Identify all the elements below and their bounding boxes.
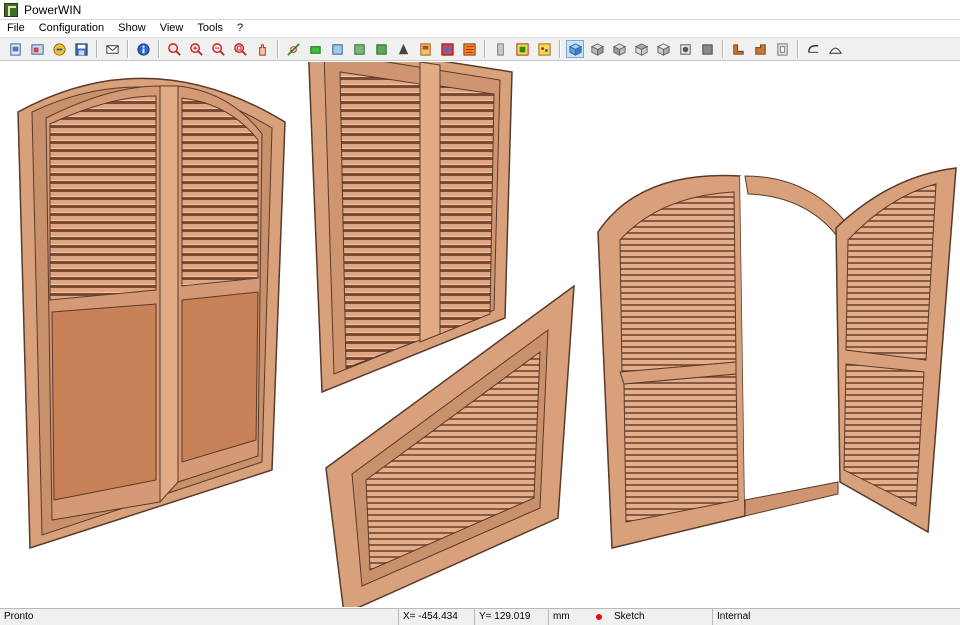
doors-icon[interactable] [416,40,434,58]
frame-icon[interactable] [438,40,456,58]
app-icon [4,2,18,17]
shutters-3d-view[interactable] [0,62,960,607]
color-grid-icon[interactable] [513,40,531,58]
toolbar [0,37,960,61]
arched-double-shutter[interactable] [17,77,286,550]
status-state: Pronto [4,611,34,622]
info-icon[interactable] [134,40,152,58]
cube-back-icon[interactable] [654,40,672,58]
green-rect-icon[interactable] [306,40,324,58]
view-3d-b-icon[interactable] [350,40,368,58]
new-file-icon[interactable] [6,40,24,58]
cube-shaded-icon[interactable] [676,40,694,58]
menu-show[interactable]: Show [111,22,153,34]
menu-bar: File Configuration Show View Tools ? [0,20,960,36]
cube-solid-icon[interactable] [698,40,716,58]
open-file-icon[interactable] [28,40,46,58]
status-unit: mm [548,609,588,625]
cube-iso-icon[interactable] [566,40,584,58]
arched-open-shutter[interactable] [597,167,957,549]
toolbar-separator [484,40,485,58]
zoom-all-icon[interactable] [231,40,249,58]
status-mode: Sketch [614,611,645,622]
zoom-window-icon[interactable] [187,40,205,58]
title-bar: PowerWIN [0,0,960,20]
status-type: Internal [712,609,960,625]
toolbar-separator [277,40,278,58]
toolbar-separator [559,40,560,58]
arc-left-icon[interactable] [804,40,822,58]
louver-icon[interactable] [460,40,478,58]
toolbar-separator [96,40,97,58]
print-icon[interactable] [394,40,412,58]
arc-dome-icon[interactable] [826,40,844,58]
zoom-out-icon[interactable] [209,40,227,58]
view-3d-c-icon[interactable] [372,40,390,58]
select-node-icon[interactable] [284,40,302,58]
toolbar-separator [797,40,798,58]
pan-hand-icon[interactable] [253,40,271,58]
toolbar-separator [127,40,128,58]
toolbar-separator [722,40,723,58]
profile-corner-icon[interactable] [751,40,769,58]
save-icon[interactable] [72,40,90,58]
profile-frame-icon[interactable] [773,40,791,58]
toolbar-separator [158,40,159,58]
menu-help[interactable]: ? [230,22,250,34]
status-bar: Pronto X= -454.434 Y= 129.019 mm Sketch … [0,608,960,625]
rectangular-double-shutter[interactable] [308,62,513,394]
status-x-coordinate: X= -454.434 [398,609,474,625]
cube-top-icon[interactable] [632,40,650,58]
panel-icon[interactable] [491,40,509,58]
menu-tools[interactable]: Tools [190,22,230,34]
menu-view[interactable]: View [153,22,191,34]
view-3d-a-icon[interactable] [328,40,346,58]
email-icon[interactable] [103,40,121,58]
status-y-coordinate: Y= 129.019 [474,609,546,625]
cube-front-icon[interactable] [588,40,606,58]
cube-side-icon[interactable] [610,40,628,58]
zoom-in-icon[interactable] [165,40,183,58]
drawing-canvas[interactable] [0,62,960,607]
menu-configuration[interactable]: Configuration [32,22,111,34]
menu-file[interactable]: File [0,22,32,34]
export-icon[interactable] [50,40,68,58]
palette-icon[interactable] [535,40,553,58]
profile-l-icon[interactable] [729,40,747,58]
window-title: PowerWIN [24,2,82,17]
recording-dot-icon [596,614,602,620]
